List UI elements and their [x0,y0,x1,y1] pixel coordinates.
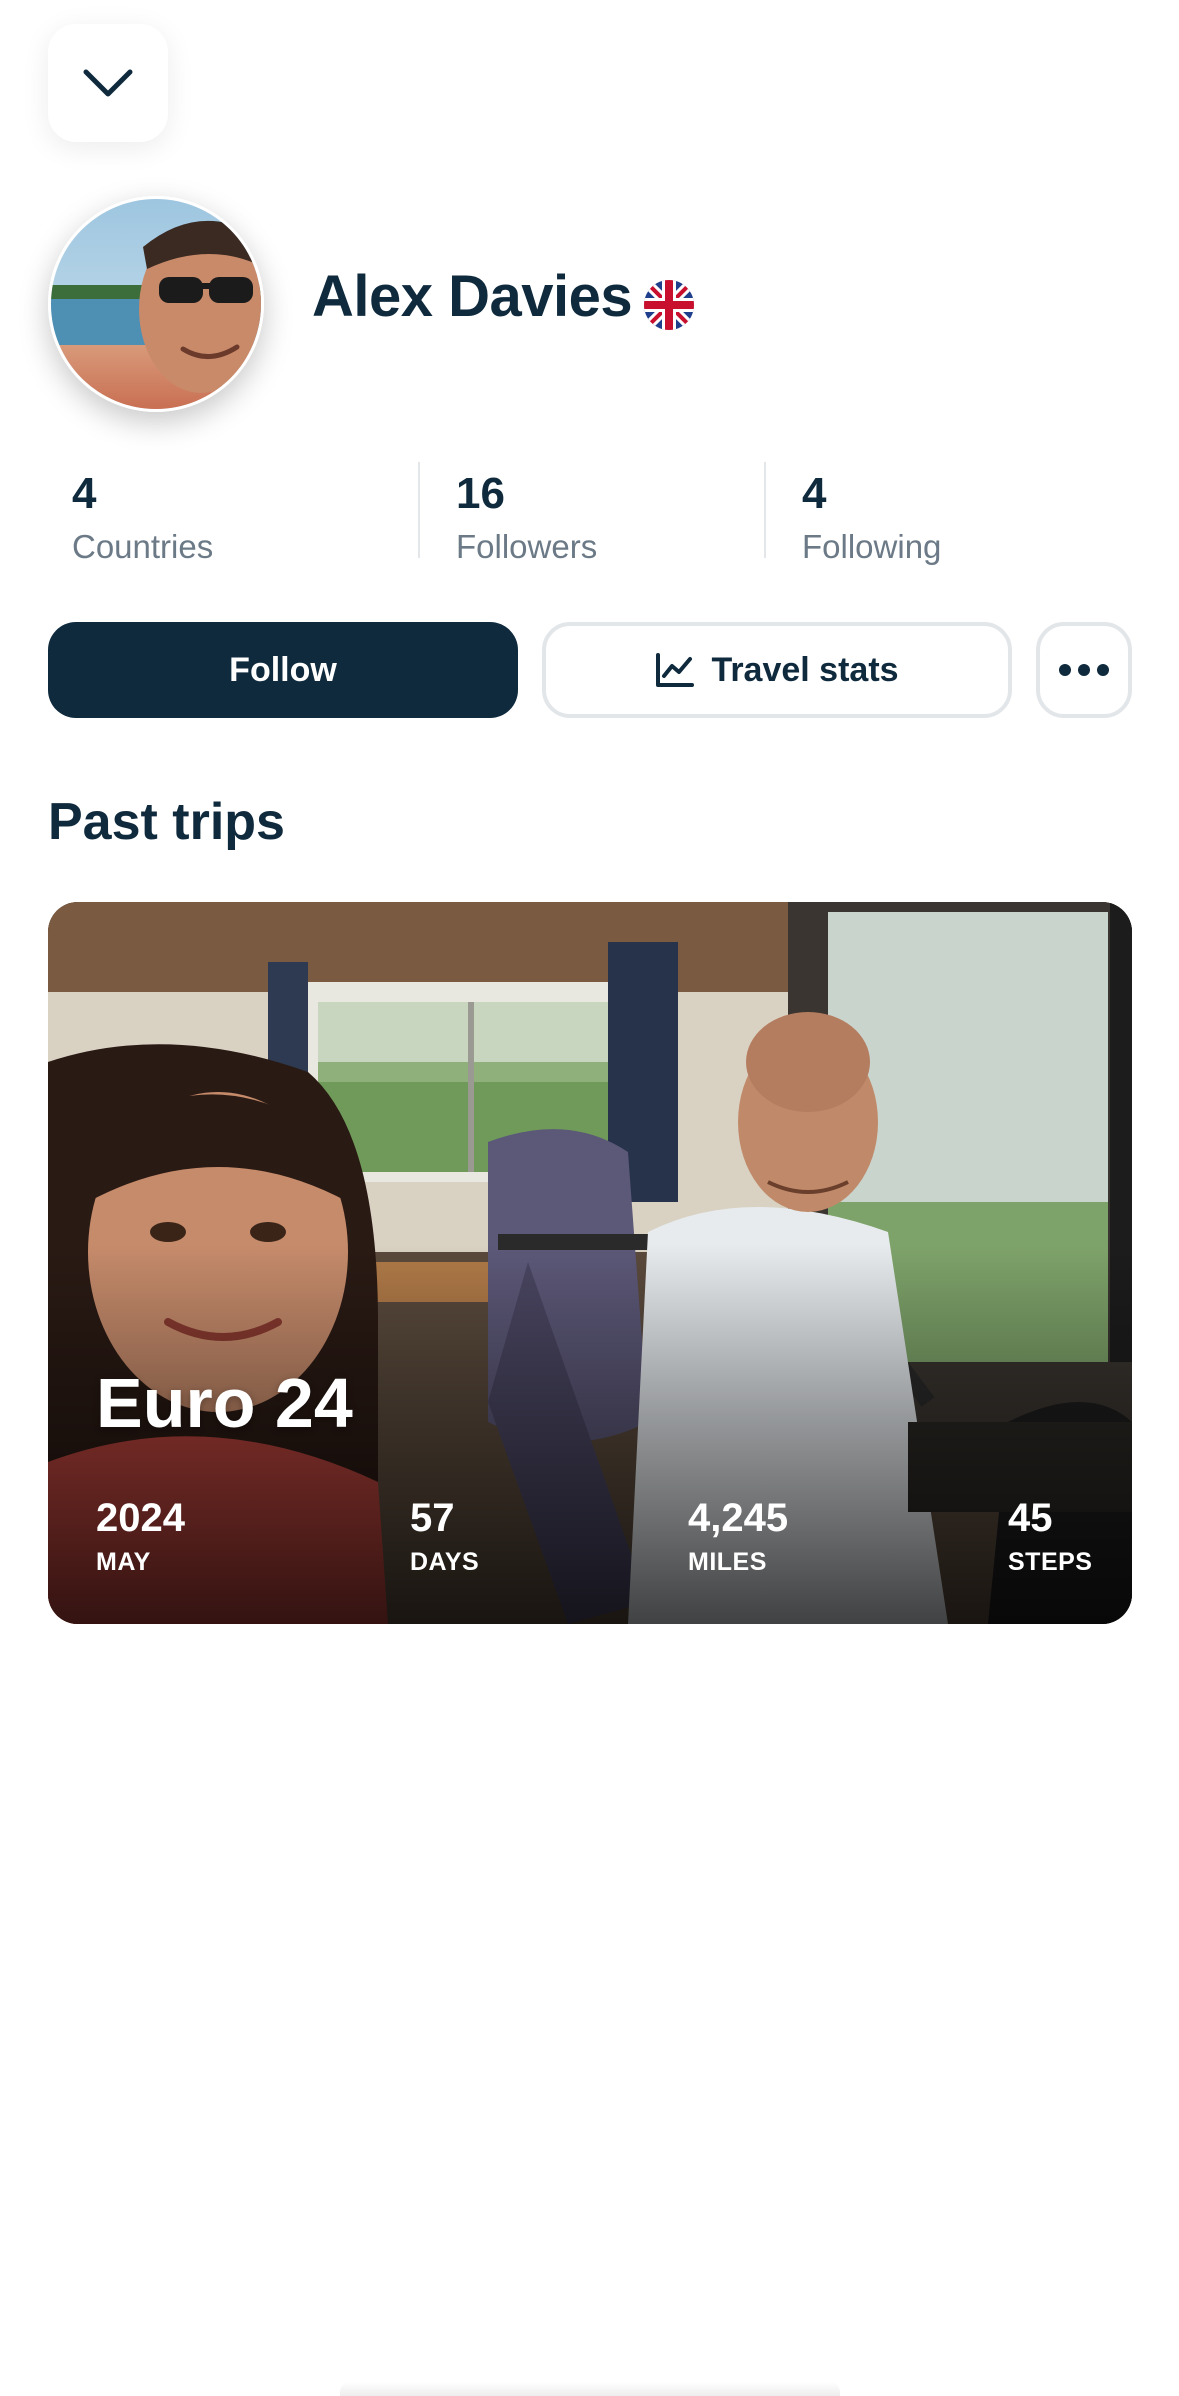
trip-stat-value: 57 [410,1496,455,1540]
avatar[interactable] [48,196,264,412]
trip-stat-label: DAYS [410,1548,480,1576]
trip-stat-value: 4,245 [688,1496,789,1540]
trip-stat-label: STEPS [1008,1548,1093,1576]
stat-followers[interactable]: 16 Followers [456,462,598,565]
trip-stat-miles: 4,245 MILES [688,1498,788,1575]
stat-label: Followers [456,528,598,565]
profile-screen: Alex Davies 4 Countries 16 Followers 4 F… [0,0,1179,2396]
stat-label: Following [802,528,942,565]
profile-stats: 4 Countries 16 Followers 4 Following [48,462,1131,565]
trip-stat-label: MILES [688,1548,767,1576]
stat-following[interactable]: 4 Following [802,462,942,565]
trip-card[interactable]: Euro 24 2024 MAY 57 DAYS 4,245 MILES 45 … [48,902,1132,1624]
stat-label: Countries [72,528,214,565]
collapse-button[interactable] [48,24,168,142]
line-chart-icon [656,653,695,687]
stat-value: 4 [802,469,827,518]
trip-stat-value: 2024 [96,1496,185,1540]
trip-stat-value: 45 [1008,1496,1053,1540]
profile-name: Alex Davies [312,264,633,329]
stat-value: 4 [72,469,97,518]
trip-stat-date: 2024 MAY [96,1498,185,1575]
uk-flag-icon [644,280,694,330]
past-trips-title: Past trips [48,793,285,851]
more-options-button[interactable] [1036,622,1132,718]
follow-button[interactable]: Follow [48,622,518,718]
travel-stats-button[interactable]: Travel stats [542,622,1012,718]
avatar-photo [51,199,261,409]
travel-stats-label: Travel stats [711,650,899,689]
trip-title: Euro 24 [96,1364,353,1442]
trip-stat-days: 57 DAYS [410,1498,479,1575]
more-horizontal-icon [1059,664,1109,676]
trip-stat-steps: 45 STEPS [1008,1498,1092,1575]
divider [418,462,420,558]
stat-value: 16 [456,469,505,518]
trip-stat-label: MAY [96,1548,151,1576]
stat-countries[interactable]: 4 Countries [72,462,214,565]
home-indicator [340,2382,840,2396]
chevron-down-icon [83,69,133,97]
divider [764,462,766,558]
